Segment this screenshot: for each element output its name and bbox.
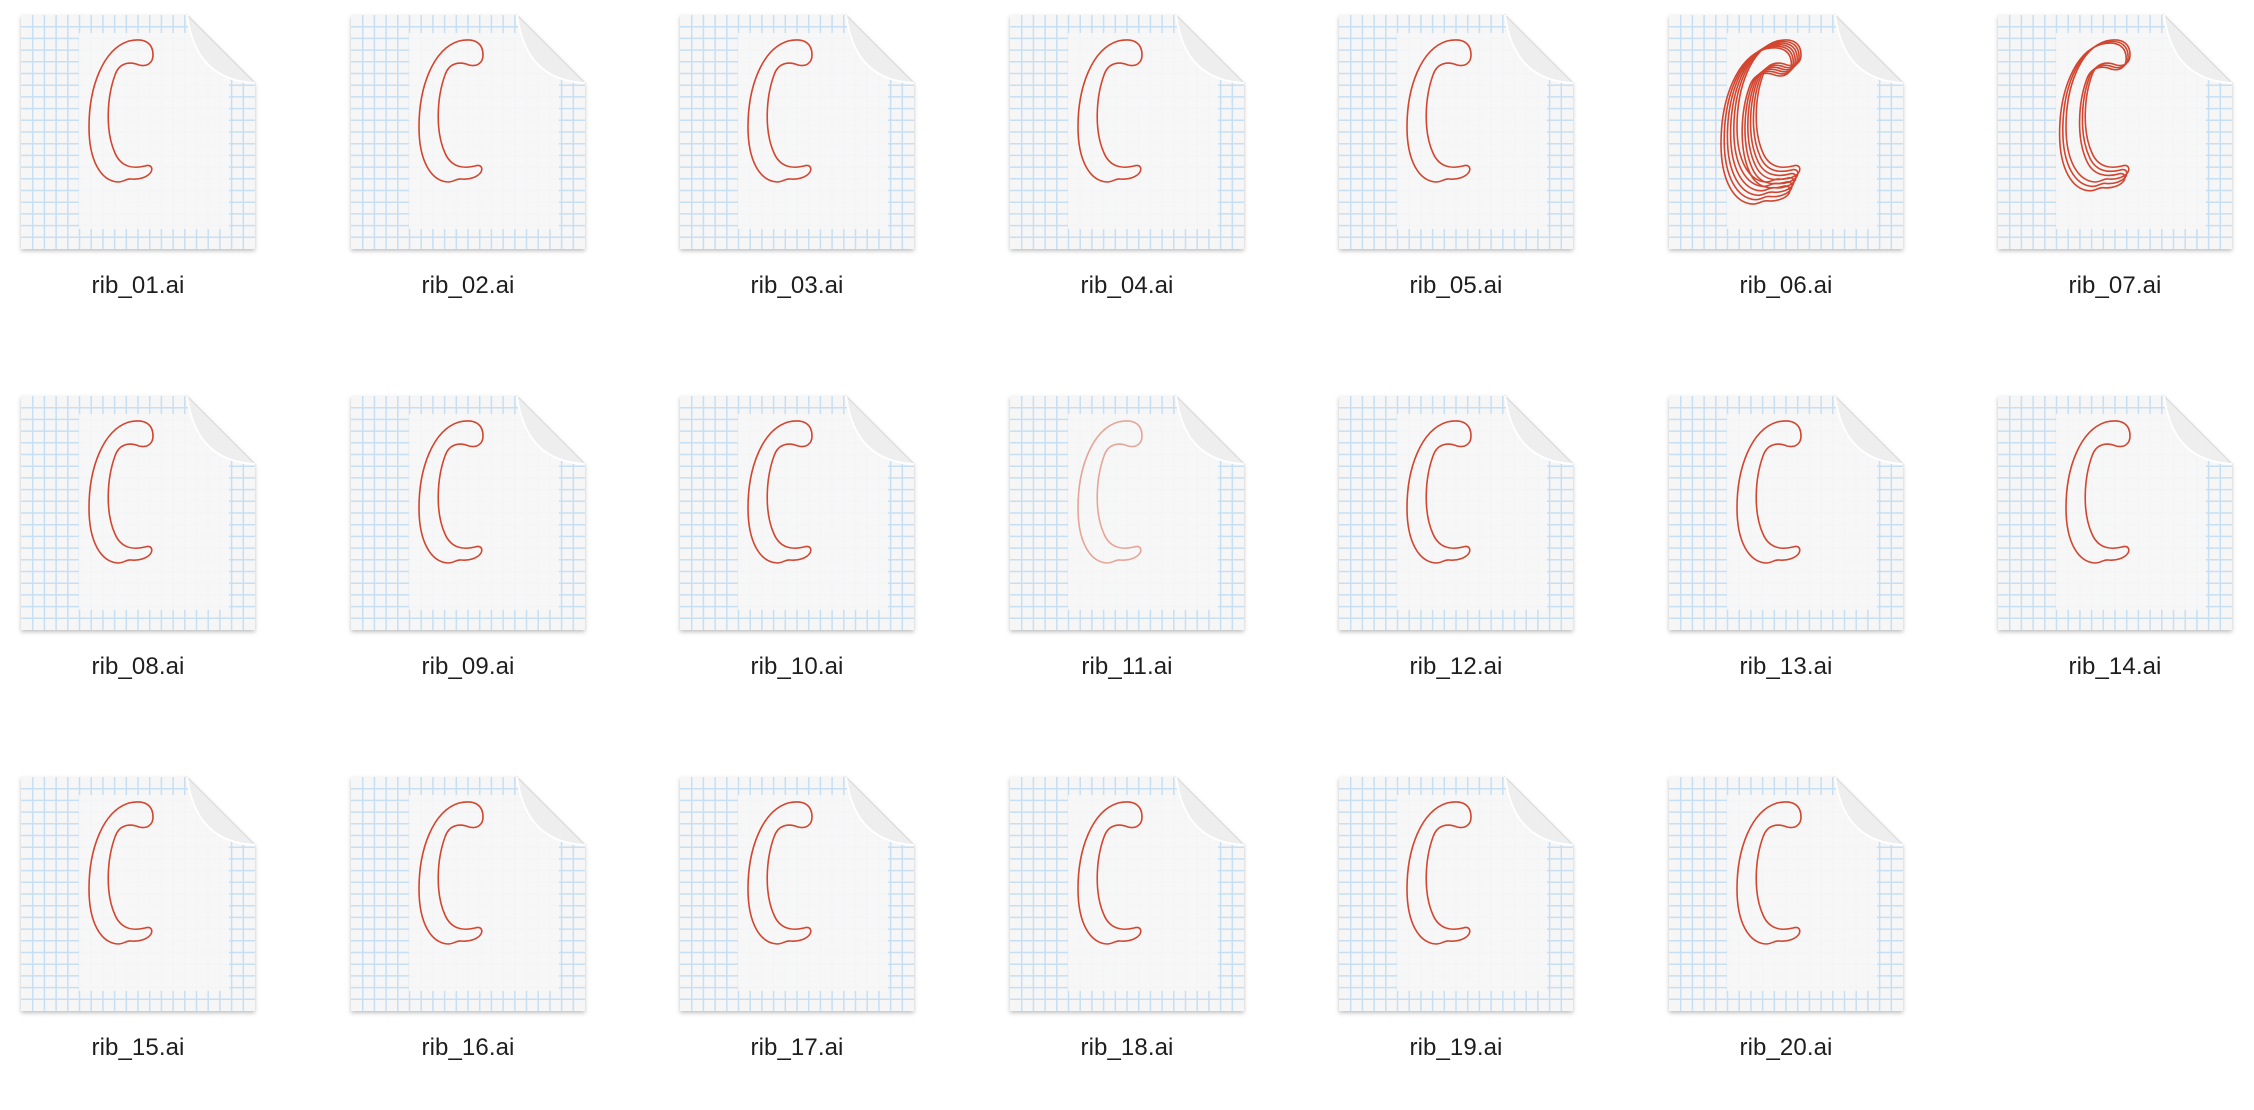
illustrator-document-icon bbox=[21, 394, 257, 630]
illustrator-document-icon bbox=[1339, 775, 1575, 1011]
file-name-label[interactable]: rib_10.ai bbox=[659, 653, 935, 681]
file-item[interactable]: rib_10.ai bbox=[659, 381, 959, 711]
file-item[interactable]: rib_09.ai bbox=[330, 381, 630, 711]
file-name-label[interactable]: rib_17.ai bbox=[659, 1034, 935, 1062]
illustrator-document-thumbnail-icon[interactable] bbox=[1669, 394, 1905, 630]
file-name-label[interactable]: rib_01.ai bbox=[0, 272, 276, 300]
illustrator-document-icon bbox=[1010, 775, 1246, 1011]
illustrator-document-icon bbox=[1998, 394, 2234, 630]
illustrator-document-icon bbox=[1339, 394, 1575, 630]
file-name-label[interactable]: rib_15.ai bbox=[0, 1034, 276, 1062]
illustrator-document-thumbnail-icon[interactable] bbox=[21, 394, 257, 630]
file-name-label[interactable]: rib_07.ai bbox=[1977, 272, 2253, 300]
file-item[interactable]: rib_01.ai bbox=[0, 0, 300, 330]
illustrator-document-thumbnail-icon[interactable] bbox=[1010, 394, 1246, 630]
illustrator-document-icon bbox=[1998, 13, 2234, 249]
illustrator-document-icon bbox=[1669, 775, 1905, 1011]
file-item[interactable]: rib_06.ai bbox=[1648, 0, 1948, 330]
illustrator-document-thumbnail-icon[interactable] bbox=[680, 775, 916, 1011]
illustrator-document-icon bbox=[1669, 13, 1905, 249]
file-name-label[interactable]: rib_08.ai bbox=[0, 653, 276, 681]
file-item[interactable]: rib_19.ai bbox=[1318, 762, 1618, 1092]
file-item[interactable]: rib_05.ai bbox=[1318, 0, 1618, 330]
file-name-label[interactable]: rib_03.ai bbox=[659, 272, 935, 300]
illustrator-document-thumbnail-icon[interactable] bbox=[351, 775, 587, 1011]
illustrator-document-thumbnail-icon[interactable] bbox=[1339, 394, 1575, 630]
file-item[interactable]: rib_07.ai bbox=[1977, 0, 2254, 330]
file-name-label[interactable]: rib_16.ai bbox=[330, 1034, 606, 1062]
illustrator-document-icon bbox=[1669, 394, 1905, 630]
file-item[interactable]: rib_11.ai bbox=[989, 381, 1289, 711]
illustrator-document-icon bbox=[21, 775, 257, 1011]
file-name-label[interactable]: rib_11.ai bbox=[989, 653, 1265, 681]
file-item[interactable]: rib_18.ai bbox=[989, 762, 1289, 1092]
file-item[interactable]: rib_04.ai bbox=[989, 0, 1289, 330]
illustrator-document-thumbnail-icon[interactable] bbox=[351, 13, 587, 249]
illustrator-document-thumbnail-icon[interactable] bbox=[680, 394, 916, 630]
file-item[interactable]: rib_12.ai bbox=[1318, 381, 1618, 711]
file-item[interactable]: rib_16.ai bbox=[330, 762, 630, 1092]
file-item[interactable]: rib_13.ai bbox=[1648, 381, 1948, 711]
illustrator-document-thumbnail-icon[interactable] bbox=[1010, 775, 1246, 1011]
illustrator-document-thumbnail-icon[interactable] bbox=[1339, 13, 1575, 249]
illustrator-document-thumbnail-icon[interactable] bbox=[680, 13, 916, 249]
file-item[interactable]: rib_17.ai bbox=[659, 762, 959, 1092]
illustrator-document-thumbnail-icon[interactable] bbox=[21, 13, 257, 249]
file-name-label[interactable]: rib_14.ai bbox=[1977, 653, 2253, 681]
illustrator-document-thumbnail-icon[interactable] bbox=[1669, 13, 1905, 249]
illustrator-document-thumbnail-icon[interactable] bbox=[1339, 775, 1575, 1011]
illustrator-document-thumbnail-icon[interactable] bbox=[21, 775, 257, 1011]
illustrator-document-icon bbox=[1010, 13, 1246, 249]
file-name-label[interactable]: rib_09.ai bbox=[330, 653, 606, 681]
file-name-label[interactable]: rib_05.ai bbox=[1318, 272, 1594, 300]
file-item[interactable]: rib_20.ai bbox=[1648, 762, 1948, 1092]
illustrator-document-icon bbox=[680, 775, 916, 1011]
file-name-label[interactable]: rib_20.ai bbox=[1648, 1034, 1924, 1062]
file-icon-grid: rib_01.ai rib_02.ai rib_03.ai rib_04.ai rib_… bbox=[0, 0, 2254, 1110]
illustrator-document-thumbnail-icon[interactable] bbox=[1998, 394, 2234, 630]
file-item[interactable]: rib_14.ai bbox=[1977, 381, 2254, 711]
file-name-label[interactable]: rib_18.ai bbox=[989, 1034, 1265, 1062]
file-name-label[interactable]: rib_12.ai bbox=[1318, 653, 1594, 681]
illustrator-document-icon bbox=[680, 13, 916, 249]
illustrator-document-icon bbox=[351, 13, 587, 249]
illustrator-document-thumbnail-icon[interactable] bbox=[1998, 13, 2234, 249]
file-item[interactable]: rib_08.ai bbox=[0, 381, 300, 711]
file-item[interactable]: rib_03.ai bbox=[659, 0, 959, 330]
illustrator-document-thumbnail-icon[interactable] bbox=[1669, 775, 1905, 1011]
file-name-label[interactable]: rib_13.ai bbox=[1648, 653, 1924, 681]
illustrator-document-icon bbox=[1010, 394, 1246, 630]
illustrator-document-icon bbox=[351, 775, 587, 1011]
illustrator-document-icon bbox=[680, 394, 916, 630]
file-name-label[interactable]: rib_04.ai bbox=[989, 272, 1265, 300]
file-name-label[interactable]: rib_06.ai bbox=[1648, 272, 1924, 300]
file-item[interactable]: rib_15.ai bbox=[0, 762, 300, 1092]
illustrator-document-thumbnail-icon[interactable] bbox=[351, 394, 587, 630]
file-name-label[interactable]: rib_02.ai bbox=[330, 272, 606, 300]
file-item[interactable]: rib_02.ai bbox=[330, 0, 630, 330]
illustrator-document-icon bbox=[21, 13, 257, 249]
illustrator-document-icon bbox=[1339, 13, 1575, 249]
file-name-label[interactable]: rib_19.ai bbox=[1318, 1034, 1594, 1062]
illustrator-document-icon bbox=[351, 394, 587, 630]
illustrator-document-thumbnail-icon[interactable] bbox=[1010, 13, 1246, 249]
